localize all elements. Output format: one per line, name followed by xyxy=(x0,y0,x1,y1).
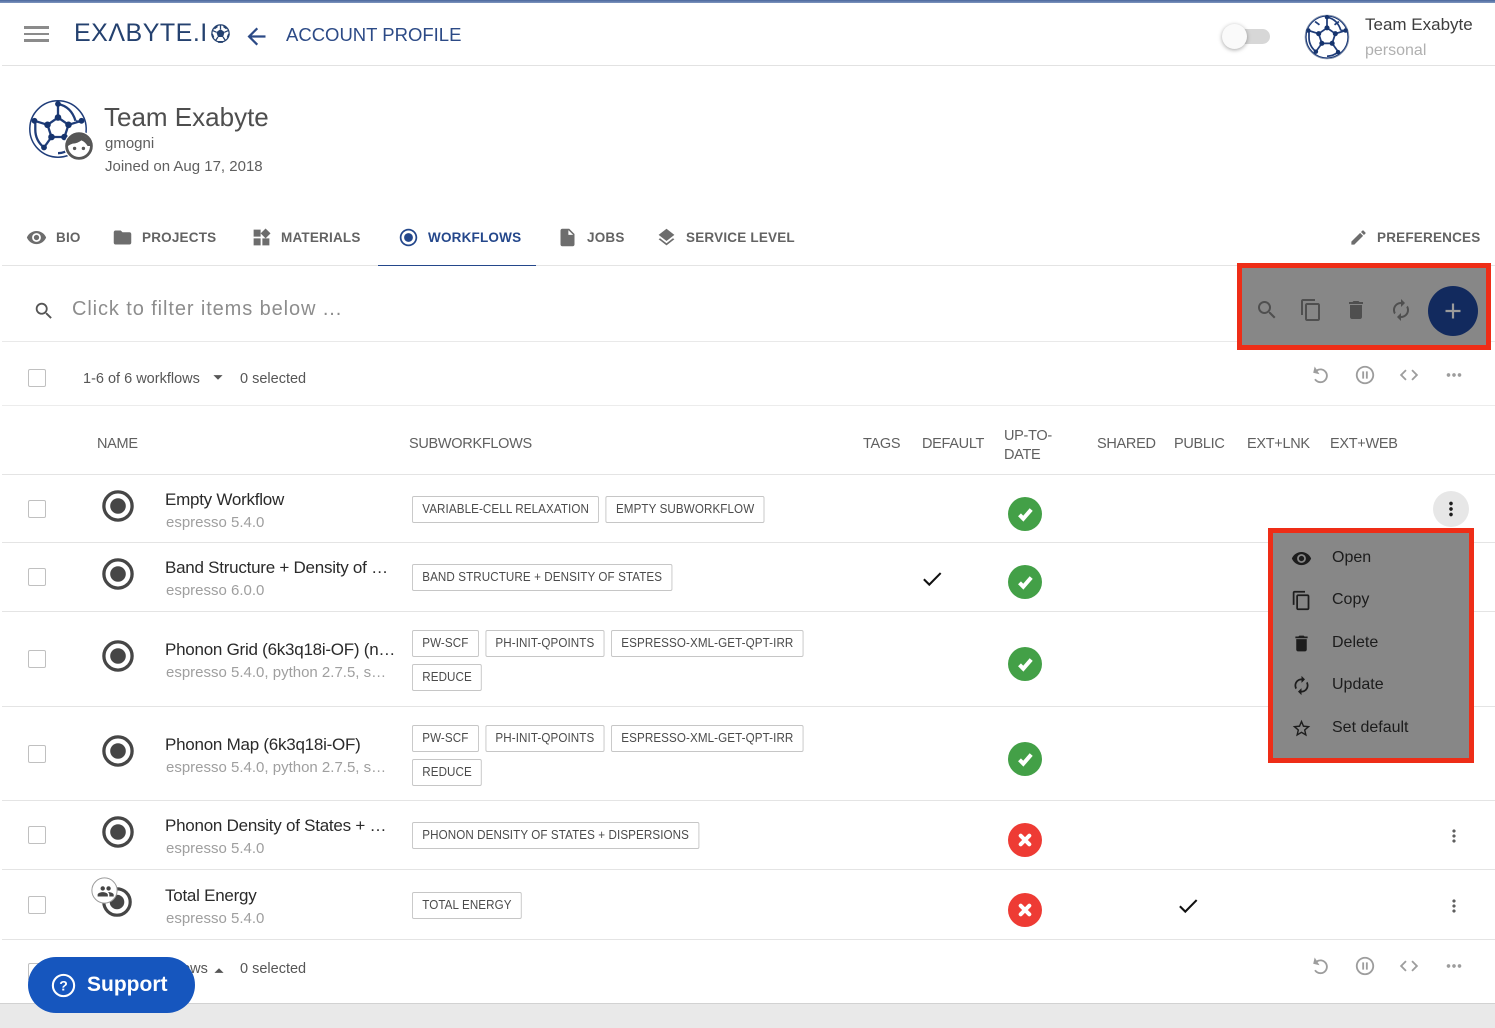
svg-text:?: ? xyxy=(59,977,68,993)
